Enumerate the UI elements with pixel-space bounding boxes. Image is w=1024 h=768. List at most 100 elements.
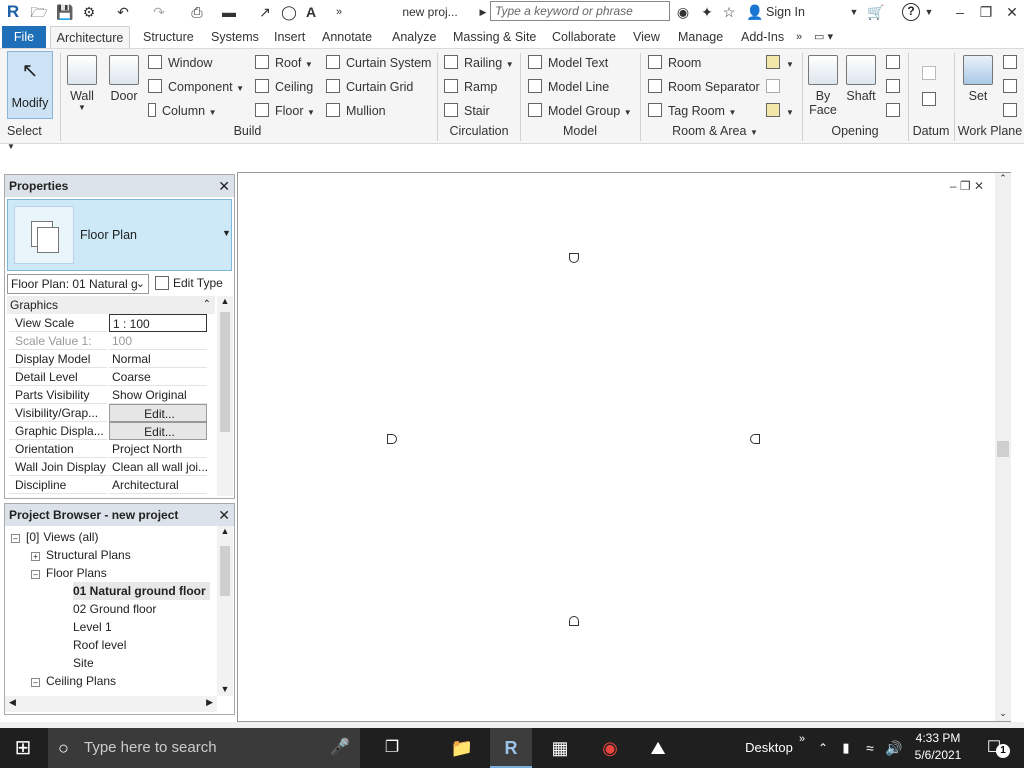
tag-icon[interactable]: ◯ <box>280 3 298 21</box>
component-button[interactable]: Component ▼ <box>148 78 244 98</box>
tag-room-button[interactable]: Tag Room ▼ <box>648 102 736 122</box>
tree-item-roof-level[interactable]: Roof level <box>73 636 126 654</box>
wifi-icon[interactable]: ≈ <box>860 728 880 768</box>
by-face-button[interactable]: By Face <box>806 55 840 117</box>
grid-button[interactable] <box>922 91 942 109</box>
wall-button[interactable]: Wall ▼ <box>64 55 100 112</box>
select-panel-label[interactable]: Select ▼ <box>7 124 53 152</box>
collapse-toggle-icon[interactable]: – <box>31 570 40 579</box>
scrollbar-thumb[interactable] <box>220 312 230 432</box>
model-group-button[interactable]: Model Group ▼ <box>528 102 632 122</box>
tab-architecture[interactable]: Architecture <box>50 26 130 48</box>
elevation-marker-west[interactable] <box>387 434 397 444</box>
ceiling-button[interactable]: Ceiling <box>255 78 313 96</box>
curtain-grid-button[interactable]: Curtain Grid <box>326 78 413 96</box>
view-scale-input[interactable]: 1 : 100 <box>109 314 207 332</box>
room-separator-button[interactable]: Room Separator <box>648 78 760 96</box>
tab-collaborate[interactable]: Collaborate <box>550 26 618 48</box>
graphics-group-header[interactable]: Graphics ⌃ <box>7 296 215 314</box>
help-dropdown-icon[interactable]: ▼ <box>924 3 934 21</box>
prop-value[interactable]: Architectural <box>109 476 207 494</box>
undo-icon[interactable]: ↶ <box>114 3 132 21</box>
expand-arrow-icon[interactable]: ▶ <box>478 3 488 21</box>
set-work-plane-button[interactable]: Set <box>960 55 996 103</box>
measure-icon[interactable]: ▬ <box>220 3 238 21</box>
tree-structural-plans[interactable]: + Structural Plans <box>31 546 131 564</box>
room-area-panel-label[interactable]: Room & Area ▼ <box>650 124 780 138</box>
aligned-dimension-icon[interactable]: ↗ <box>256 3 274 21</box>
overflow-icon[interactable]: » <box>332 3 346 21</box>
tree-views-all[interactable]: – [0] Views (all) <box>11 528 98 546</box>
elevation-marker-north[interactable] <box>569 253 579 263</box>
view-restore-icon[interactable]: ❐ <box>960 179 971 193</box>
collapse-toggle-icon[interactable]: – <box>31 678 40 687</box>
tab-view[interactable]: View <box>631 26 662 48</box>
sync-icon[interactable]: ⚙ <box>80 3 98 21</box>
ribbon-display-toggle-icon[interactable]: ▭ ▾ <box>812 26 835 48</box>
browser-horizontal-scrollbar[interactable]: ◀ ▶ <box>5 696 217 712</box>
room-button[interactable]: Room <box>648 54 701 72</box>
save-icon[interactable]: 💾 <box>56 3 74 21</box>
prop-value[interactable]: Show Original <box>109 386 207 404</box>
desktop-overflow-icon[interactable]: » <box>796 728 808 768</box>
curtain-system-button[interactable]: Curtain System <box>326 54 431 72</box>
tab-analyze[interactable]: Analyze <box>390 26 438 48</box>
revit-logo-icon[interactable]: R <box>4 3 22 21</box>
sign-in-link[interactable]: Sign In <box>766 3 816 21</box>
tab-file[interactable]: File <box>2 26 46 48</box>
calculator-icon[interactable]: ▦ <box>540 728 580 768</box>
tabs-overflow-icon[interactable]: » <box>794 26 804 48</box>
microphone-icon[interactable]: 🎤 <box>330 728 350 768</box>
volume-icon[interactable]: 🔊 <box>884 728 904 768</box>
minimize-icon[interactable]: – <box>952 3 968 21</box>
tab-massing-site[interactable]: Massing & Site <box>451 26 538 48</box>
revit-taskbar-icon[interactable]: R <box>490 728 532 768</box>
prop-value[interactable]: Project North <box>109 440 207 458</box>
tab-annotate[interactable]: Annotate <box>320 26 374 48</box>
cart-icon[interactable]: 🛒 <box>866 3 886 21</box>
tree-item-01-natural-ground-floor[interactable]: 01 Natural ground floor <box>73 582 210 600</box>
drawing-canvas[interactable]: – ❐ ✕ ⌃ ⌄ <box>237 172 1011 722</box>
desktop-toolbar-label[interactable]: Desktop <box>740 728 798 768</box>
restore-icon[interactable]: ❐ <box>978 3 994 21</box>
edit-type-button[interactable]: Edit Type <box>155 274 233 294</box>
sign-in-dropdown-icon[interactable]: ▼ <box>848 3 860 21</box>
instance-selector[interactable]: Floor Plan: 01 Natural g ⌄ <box>7 274 149 294</box>
taskbar-search-box[interactable]: ○ Type here to search 🎤 <box>48 728 360 768</box>
tab-systems[interactable]: Systems <box>209 26 261 48</box>
model-line-button[interactable]: Model Line <box>528 78 609 96</box>
windows-start-icon[interactable]: ⊞ <box>0 728 46 768</box>
open-icon[interactable]: 🗁 <box>30 3 48 21</box>
prop-value[interactable]: Normal <box>109 350 207 368</box>
tree-item-level-1[interactable]: Level 1 <box>73 618 112 636</box>
floor-button[interactable]: Floor ▼ <box>255 102 315 122</box>
canvas-vertical-scrollbar[interactable]: ⌃ ⌄ <box>995 173 1011 721</box>
close-window-icon[interactable]: ✕ <box>1004 3 1020 21</box>
ramp-button[interactable]: Ramp <box>444 78 497 96</box>
view-minimize-icon[interactable]: – <box>950 179 957 193</box>
print-icon[interactable]: ⎙ <box>188 3 206 21</box>
collapse-toggle-icon[interactable]: – <box>11 534 20 543</box>
level-button[interactable] <box>922 65 942 83</box>
binoculars-icon[interactable]: ◉ <box>674 3 692 21</box>
redo-icon[interactable]: ↷ <box>150 3 168 21</box>
tab-add-ins[interactable]: Add-Ins <box>739 26 786 48</box>
type-selector[interactable]: Floor Plan ▼ <box>7 199 232 271</box>
viewer-button[interactable] <box>1003 102 1023 120</box>
chrome-icon[interactable]: ◉ <box>590 728 630 768</box>
browser-vertical-scrollbar[interactable]: ▲ ▼ <box>217 526 233 696</box>
area-button[interactable]: ▼ <box>766 54 794 74</box>
show-work-plane-button[interactable] <box>1003 54 1023 72</box>
area-boundary-button[interactable] <box>766 78 786 96</box>
window-button[interactable]: Window <box>148 54 212 72</box>
ref-plane-button[interactable] <box>1003 78 1023 96</box>
tab-structure[interactable]: Structure <box>141 26 196 48</box>
railing-button[interactable]: Railing ▼ <box>444 54 514 74</box>
wall-opening-button[interactable] <box>886 54 906 72</box>
text-icon[interactable]: A <box>302 3 320 21</box>
properties-scrollbar[interactable]: ▲ <box>217 296 233 496</box>
tag-area-button[interactable]: ▼ <box>766 102 794 122</box>
tree-floor-plans[interactable]: – Floor Plans <box>31 564 107 582</box>
expand-toggle-icon[interactable]: + <box>31 552 40 561</box>
battery-icon[interactable]: ▮ <box>836 728 856 768</box>
